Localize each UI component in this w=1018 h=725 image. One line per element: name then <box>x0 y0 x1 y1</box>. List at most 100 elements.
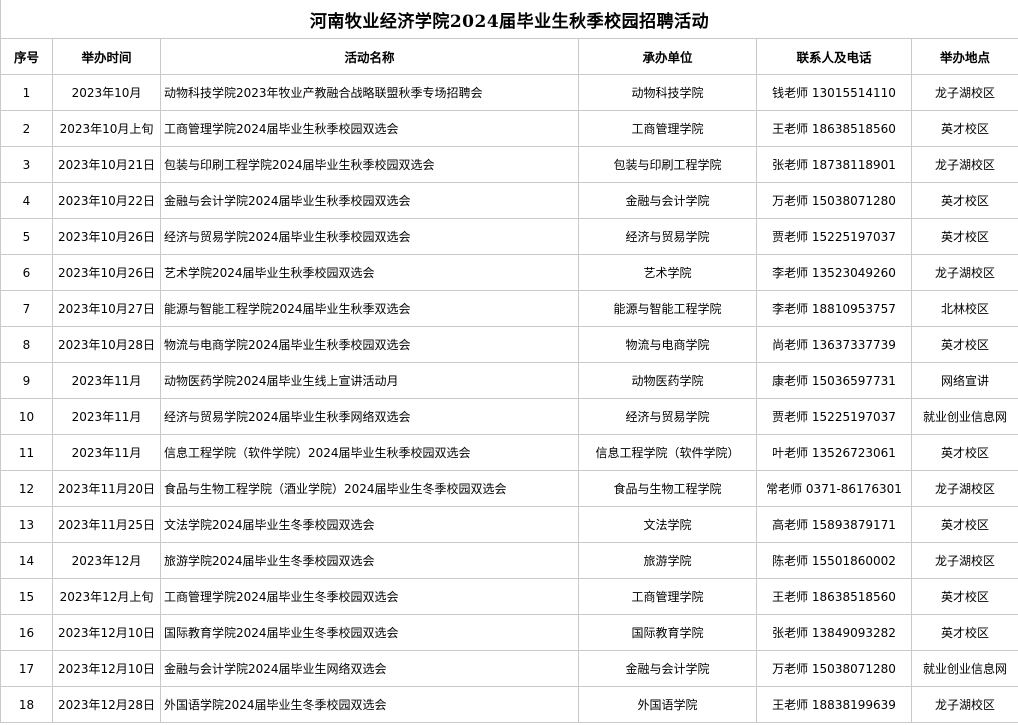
cell-organizer: 动物科技学院 <box>578 74 757 111</box>
cell-contact: 张老师 18738118901 <box>756 146 912 183</box>
table-row: 11 2023年11月 信息工程学院（软件学院）2024届毕业生秋季校园双选会 信息工… <box>0 434 1018 471</box>
table-row: 8 2023年10月28日 物流与电商学院2024届毕业生秋季校园双选会 物流与电商学… <box>0 326 1018 363</box>
table-row: 1 2023年10月 动物科技学院2023年牧业产教融合战略联盟秋季专场招聘会 动物科… <box>0 74 1018 111</box>
cell-contact: 尚老师 13637337739 <box>756 326 912 363</box>
cell-index: 3 <box>0 146 53 183</box>
cell-contact: 叶老师 13526723061 <box>756 434 912 471</box>
cell-organizer: 文法学院 <box>578 506 757 543</box>
cell-location: 就业创业信息网 <box>910 650 1018 687</box>
cell-organizer: 外国语学院 <box>578 686 757 723</box>
cell-event-name: 包装与印刷工程学院2024届毕业生秋季校园双选会 <box>160 146 579 183</box>
table-row: 3 2023年10月21日 包装与印刷工程学院2024届毕业生秋季校园双选会 包装与印… <box>0 146 1018 183</box>
cell-event-name: 工商管理学院2024届毕业生秋季校园双选会 <box>160 110 579 147</box>
cell-organizer: 经济与贸易学院 <box>578 218 757 255</box>
table-row: 13 2023年11月25日 文法学院2024届毕业生冬季校园双选会 文法学院 高老师 … <box>0 506 1018 543</box>
cell-organizer: 动物医药学院 <box>578 362 757 399</box>
cell-contact: 钱老师 13015514110 <box>756 74 912 111</box>
cell-event-name: 金融与会计学院2024届毕业生网络双选会 <box>160 650 579 687</box>
cell-date: 2023年11月 <box>52 362 161 399</box>
cell-index: 16 <box>0 614 53 651</box>
cell-location: 英才校区 <box>910 326 1018 363</box>
cell-organizer: 能源与智能工程学院 <box>578 290 757 327</box>
cell-organizer: 国际教育学院 <box>578 614 757 651</box>
cell-date: 2023年12月上旬 <box>52 578 161 615</box>
table-row: 14 2023年12月 旅游学院2024届毕业生冬季校园双选会 旅游学院 陈老师 155… <box>0 542 1018 579</box>
cell-event-name: 动物医药学院2024届毕业生线上宣讲活动月 <box>160 362 579 399</box>
cell-index: 8 <box>0 326 53 363</box>
cell-event-name: 文法学院2024届毕业生冬季校园双选会 <box>160 506 579 543</box>
cell-date: 2023年12月 <box>52 542 161 579</box>
cell-organizer: 金融与会计学院 <box>578 650 757 687</box>
cell-organizer: 信息工程学院（软件学院） <box>578 434 757 471</box>
cell-date: 2023年12月28日 <box>52 686 161 723</box>
table-row: 2 2023年10月上旬 工商管理学院2024届毕业生秋季校园双选会 工商管理学院 王老… <box>0 110 1018 147</box>
cell-date: 2023年11月 <box>52 434 161 471</box>
table-row: 5 2023年10月26日 经济与贸易学院2024届毕业生秋季校园双选会 经济与贸易学… <box>0 218 1018 255</box>
cell-date: 2023年10月26日 <box>52 254 161 291</box>
cell-location: 就业创业信息网 <box>910 398 1018 435</box>
cell-index: 2 <box>0 110 53 147</box>
cell-location: 英才校区 <box>910 614 1018 651</box>
table-row: 6 2023年10月26日 艺术学院2024届毕业生秋季校园双选会 艺术学院 李老师 1… <box>0 254 1018 291</box>
cell-location: 英才校区 <box>910 182 1018 219</box>
table-row: 10 2023年11月 经济与贸易学院2024届毕业生秋季网络双选会 经济与贸易学院贾… <box>0 398 1018 435</box>
cell-location: 英才校区 <box>910 110 1018 147</box>
cell-date: 2023年10月 <box>52 74 161 111</box>
cell-index: 7 <box>0 290 53 327</box>
cell-event-name: 经济与贸易学院2024届毕业生秋季网络双选会 <box>160 398 579 435</box>
cell-event-name: 金融与会计学院2024届毕业生秋季校园双选会 <box>160 182 579 219</box>
cell-index: 12 <box>0 470 53 507</box>
cell-event-name: 外国语学院2024届毕业生冬季校园双选会 <box>160 686 579 723</box>
cell-index: 10 <box>0 398 53 435</box>
cell-location: 英才校区 <box>910 578 1018 615</box>
cell-contact: 常老师 0371-86176301 <box>756 470 912 507</box>
cell-date: 2023年10月22日 <box>52 182 161 219</box>
cell-location: 英才校区 <box>910 506 1018 543</box>
cell-contact: 万老师 15038071280 <box>756 650 912 687</box>
cell-date: 2023年10月21日 <box>52 146 161 183</box>
cell-date: 2023年10月28日 <box>52 326 161 363</box>
header-location: 举办地点 <box>910 38 1018 75</box>
cell-date: 2023年11月25日 <box>52 506 161 543</box>
cell-event-name: 物流与电商学院2024届毕业生秋季校园双选会 <box>160 326 579 363</box>
cell-index: 1 <box>0 74 53 111</box>
header-event-name: 活动名称 <box>160 38 579 75</box>
cell-event-name: 能源与智能工程学院2024届毕业生秋季双选会 <box>160 290 579 327</box>
header-date: 举办时间 <box>52 38 161 75</box>
cell-contact: 万老师 15038071280 <box>756 182 912 219</box>
cell-location: 英才校区 <box>910 218 1018 255</box>
table-row: 18 2023年12月28日 外国语学院2024届毕业生冬季校园双选会 外国语学院 王老… <box>0 686 1018 723</box>
cell-date: 2023年10月26日 <box>52 218 161 255</box>
table-row: 17 2023年12月10日 金融与会计学院2024届毕业生网络双选会 金融与会计学院… <box>0 650 1018 687</box>
header-index: 序号 <box>0 38 53 75</box>
cell-index: 11 <box>0 434 53 471</box>
table-row: 7 2023年10月27日 能源与智能工程学院2024届毕业生秋季双选会 能源与智能工… <box>0 290 1018 327</box>
cell-contact: 陈老师 15501860002 <box>756 542 912 579</box>
cell-location: 龙子湖校区 <box>910 470 1018 507</box>
cell-event-name: 国际教育学院2024届毕业生冬季校园双选会 <box>160 614 579 651</box>
cell-date: 2023年11月20日 <box>52 470 161 507</box>
cell-index: 4 <box>0 182 53 219</box>
cell-location: 龙子湖校区 <box>910 74 1018 111</box>
cell-index: 14 <box>0 542 53 579</box>
cell-contact: 李老师 13523049260 <box>756 254 912 291</box>
cell-event-name: 动物科技学院2023年牧业产教融合战略联盟秋季专场招聘会 <box>160 74 579 111</box>
cell-contact: 高老师 15893879171 <box>756 506 912 543</box>
cell-organizer: 食品与生物工程学院 <box>578 470 757 507</box>
cell-organizer: 物流与电商学院 <box>578 326 757 363</box>
cell-organizer: 金融与会计学院 <box>578 182 757 219</box>
cell-organizer: 包装与印刷工程学院 <box>578 146 757 183</box>
cell-date: 2023年12月10日 <box>52 650 161 687</box>
header-contact: 联系人及电话 <box>756 38 912 75</box>
cell-index: 17 <box>0 650 53 687</box>
cell-organizer: 工商管理学院 <box>578 578 757 615</box>
cell-event-name: 经济与贸易学院2024届毕业生秋季校园双选会 <box>160 218 579 255</box>
cell-event-name: 信息工程学院（软件学院）2024届毕业生秋季校园双选会 <box>160 434 579 471</box>
cell-location: 网络宣讲 <box>910 362 1018 399</box>
cell-location: 龙子湖校区 <box>910 686 1018 723</box>
table-row: 9 2023年11月 动物医药学院2024届毕业生线上宣讲活动月 动物医药学院 康老师 … <box>0 362 1018 399</box>
cell-organizer: 艺术学院 <box>578 254 757 291</box>
cell-event-name: 旅游学院2024届毕业生冬季校园双选会 <box>160 542 579 579</box>
cell-location: 英才校区 <box>910 434 1018 471</box>
cell-date: 2023年12月10日 <box>52 614 161 651</box>
